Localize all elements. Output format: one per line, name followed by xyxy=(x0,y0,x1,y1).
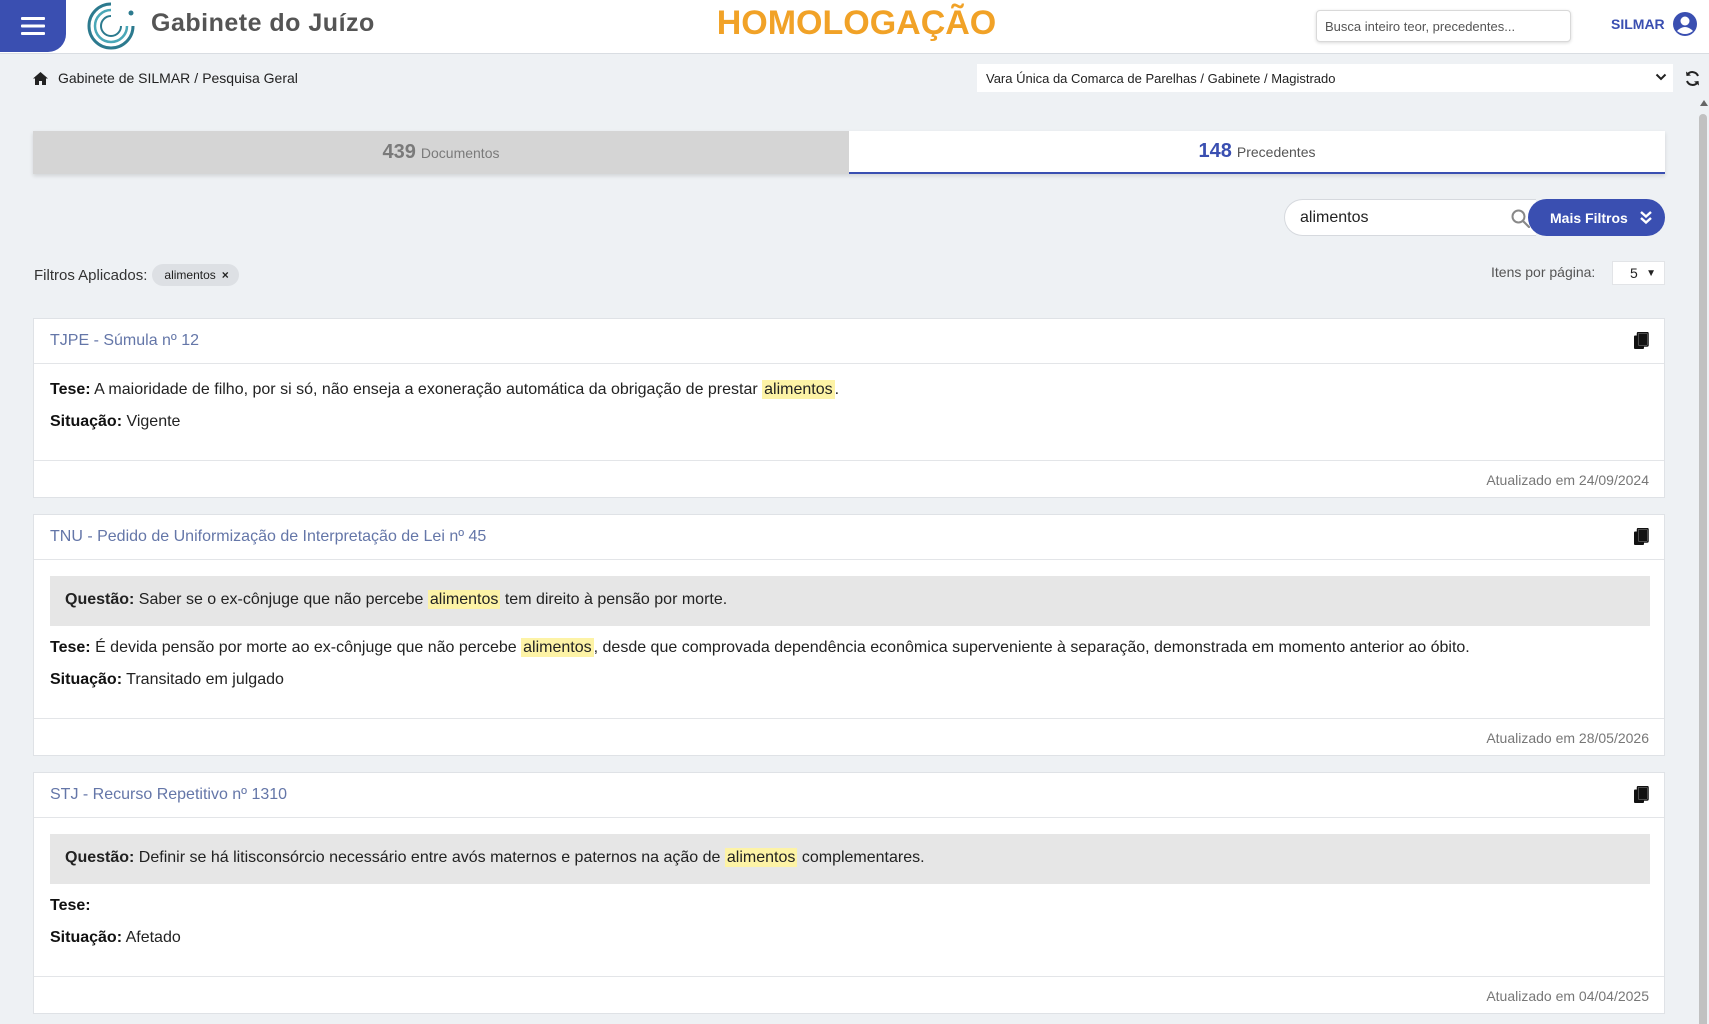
filter-chip: alimentos × xyxy=(152,264,239,286)
card-footer: Atualizado em 28/05/2026 xyxy=(34,718,1664,755)
tese-text-end: . xyxy=(834,381,840,398)
double-chevron-down-icon xyxy=(1640,211,1652,225)
tese-label: Tese: xyxy=(50,381,91,398)
more-filters-button[interactable]: Mais Filtros xyxy=(1528,199,1665,236)
questao-text-end: tem direito à pensão por morte. xyxy=(504,591,728,608)
card-situacao: Situação: Vigente xyxy=(50,413,180,431)
questao-text: Saber se o ex-cônjuge que não percebe xyxy=(138,591,424,608)
highlight: alimentos xyxy=(724,848,798,867)
tese-label: Tese: xyxy=(50,639,91,656)
card-tese: Tese: É devida pensão por morte ao ex-cô… xyxy=(50,638,1470,657)
filter-chip-label: alimentos xyxy=(164,268,216,282)
top-bar: Gabinete do Juízo HOMOLOGAÇÃO SILMAR xyxy=(0,0,1709,54)
scroll-thumb[interactable] xyxy=(1699,114,1707,1024)
questao-text-end: complementares. xyxy=(801,849,925,866)
situacao-label: Situação: xyxy=(50,929,123,946)
tese-text: É devida pensão por morte ao ex-cônjuge … xyxy=(95,639,517,656)
copy-icon[interactable] xyxy=(1633,528,1649,546)
copy-icon[interactable] xyxy=(1633,786,1649,804)
highlight: alimentos xyxy=(521,638,594,657)
breadcrumb: Gabinete de SILMAR / Pesquisa Geral xyxy=(32,70,298,86)
home-icon[interactable] xyxy=(32,71,49,86)
logo-icon xyxy=(87,2,135,50)
card-situacao: Situação: Afetado xyxy=(50,929,181,947)
copy-icon[interactable] xyxy=(1633,332,1649,350)
card-questao: Questão: Saber se o ex-cônjuge que não p… xyxy=(50,576,1650,626)
card-header: TJPE - Súmula nº 12 xyxy=(34,319,1664,364)
card-questao: Questão: Definir se há litisconsórcio ne… xyxy=(50,834,1650,884)
situacao-value: Transitado em julgado xyxy=(126,671,284,688)
search-input[interactable] xyxy=(1300,200,1500,235)
chip-close-icon[interactable]: × xyxy=(222,268,229,282)
items-per-page-select[interactable]: 5 ▼ xyxy=(1612,261,1665,285)
more-filters-label: Mais Filtros xyxy=(1550,209,1628,226)
tab-documentos-count: 439 xyxy=(382,141,416,163)
tab-precedentes-count: 148 xyxy=(1198,140,1232,162)
card-footer: Atualizado em 24/09/2024 xyxy=(34,460,1664,497)
situacao-label: Situação: xyxy=(50,671,123,688)
tese-text: A maioridade de filho, por si só, não en… xyxy=(94,381,758,398)
result-tabs: 439 Documentos 148 Precedentes xyxy=(33,131,1665,174)
app-title: Gabinete do Juízo xyxy=(151,9,375,37)
applied-filters: Filtros Aplicados: alimentos × xyxy=(34,264,239,286)
tab-precedentes[interactable]: 148 Precedentes xyxy=(849,131,1665,174)
tab-documentos-label: Documentos xyxy=(420,144,500,161)
breadcrumb-current: Pesquisa Geral xyxy=(202,70,298,86)
precedent-card: STJ - Recurso Repetitivo nº 1310 Questão… xyxy=(33,772,1665,1014)
card-tese: Tese: A maioridade de filho, por si só, … xyxy=(50,380,840,399)
card-header: STJ - Recurso Repetitivo nº 1310 xyxy=(34,773,1664,818)
unit-select-value: Vara Única da Comarca de Parelhas / Gabi… xyxy=(986,70,1336,86)
questao-label: Questão: xyxy=(65,591,135,608)
situacao-value: Afetado xyxy=(125,929,181,946)
global-search-input[interactable] xyxy=(1316,10,1571,42)
tab-precedentes-label: Precedentes xyxy=(1236,143,1316,160)
caret-down-icon: ▼ xyxy=(1646,268,1656,279)
tese-label: Tese: xyxy=(50,897,91,914)
unit-select[interactable]: Vara Única da Comarca de Parelhas / Gabi… xyxy=(977,64,1673,92)
applied-filters-label: Filtros Aplicados: xyxy=(34,266,148,284)
card-footer: Atualizado em 04/04/2025 xyxy=(34,976,1664,1013)
updated-date: Atualizado em 28/05/2026 xyxy=(1486,730,1649,746)
breadcrumb-separator: / xyxy=(194,70,199,86)
menu-button[interactable] xyxy=(0,0,66,52)
search-box xyxy=(1284,199,1536,236)
user-avatar-icon[interactable] xyxy=(1672,11,1698,37)
tab-documentos[interactable]: 439 Documentos xyxy=(33,131,849,174)
updated-date: Atualizado em 24/09/2024 xyxy=(1486,472,1649,488)
questao-text: Definir se há litisconsórcio necessário … xyxy=(138,849,721,866)
breadcrumb-home-link[interactable]: Gabinete de SILMAR xyxy=(58,70,190,86)
card-title-link[interactable]: STJ - Recurso Repetitivo nº 1310 xyxy=(50,786,287,804)
precedent-card: TNU - Pedido de Uniformização de Interpr… xyxy=(33,514,1665,756)
refresh-icon[interactable] xyxy=(1684,70,1701,87)
precedent-card: TJPE - Súmula nº 12 Tese: A maioridade d… xyxy=(33,318,1665,498)
highlight: alimentos xyxy=(427,590,501,609)
updated-date: Atualizado em 04/04/2025 xyxy=(1486,988,1649,1004)
card-situacao: Situação: Transitado em julgado xyxy=(50,671,284,689)
user-name[interactable]: SILMAR xyxy=(1611,16,1665,32)
questao-label: Questão: xyxy=(65,849,135,866)
page-scrollbar[interactable] xyxy=(1698,100,1709,1024)
highlight: alimentos xyxy=(762,380,835,399)
hamburger-icon xyxy=(21,17,45,35)
situacao-value: Vigente xyxy=(126,413,181,430)
situacao-label: Situação: xyxy=(50,413,123,430)
card-header: TNU - Pedido de Uniformização de Interpr… xyxy=(34,515,1664,560)
scroll-up-arrow-icon[interactable] xyxy=(1700,100,1708,106)
tese-text-end: , desde que comprovada dependência econô… xyxy=(593,639,1470,656)
items-per-page-value: 5 xyxy=(1630,265,1638,281)
card-title-link[interactable]: TNU - Pedido de Uniformização de Interpr… xyxy=(50,528,486,546)
environment-title: HOMOLOGAÇÃO xyxy=(716,4,997,42)
items-per-page-label: Itens por página: xyxy=(1491,264,1596,280)
card-title-link[interactable]: TJPE - Súmula nº 12 xyxy=(50,332,199,350)
card-tese: Tese: xyxy=(50,897,91,915)
